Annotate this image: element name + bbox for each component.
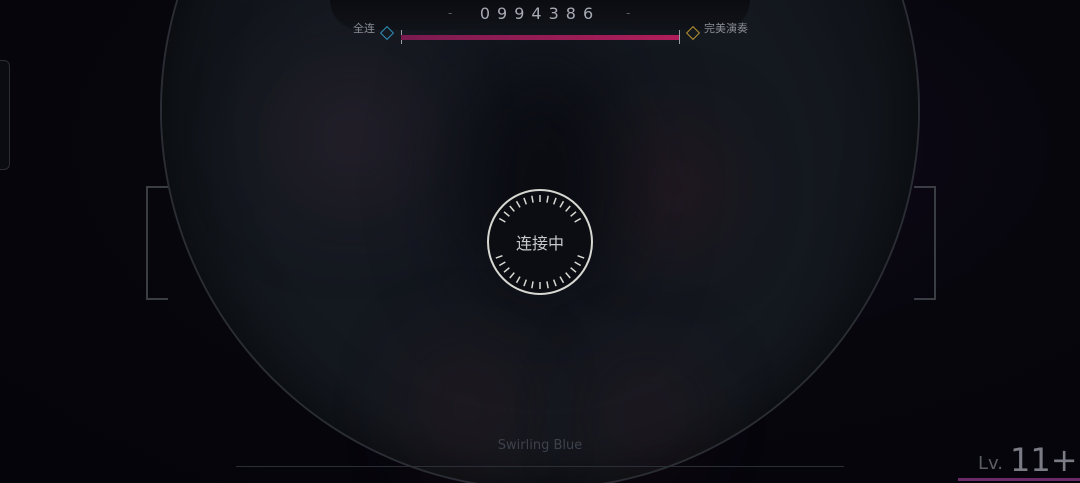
difficulty-level: Lv. 11+ — [976, 441, 1078, 479]
left-edge-tab[interactable] — [0, 60, 10, 170]
playfield-blur — [272, 62, 432, 212]
connecting-status: 连接中 — [515, 234, 564, 253]
song-title: Swirling Blue — [497, 438, 583, 453]
right-bracket — [914, 186, 936, 300]
score-display: 0994386 — [479, 4, 601, 23]
bottom-divider — [236, 466, 844, 467]
all-perfect-label: 完美演奏 — [704, 22, 748, 35]
game-screen: - 0994386 - 全连 完美演奏 连接中 Swirling Blue Lv… — [0, 0, 1080, 483]
progress-bar — [401, 35, 679, 40]
progress-end-cap — [679, 30, 680, 44]
score-dash-right: - — [626, 6, 631, 20]
level-value: 11+ — [1010, 441, 1078, 479]
progress-fill — [401, 35, 679, 40]
full-combo-label: 全连 — [353, 22, 375, 35]
playfield-blur — [602, 362, 692, 472]
level-prefix: Lv. — [978, 453, 1004, 474]
left-bracket — [146, 186, 168, 300]
level-accent-bar — [958, 478, 1080, 481]
playfield-blur — [632, 132, 712, 242]
